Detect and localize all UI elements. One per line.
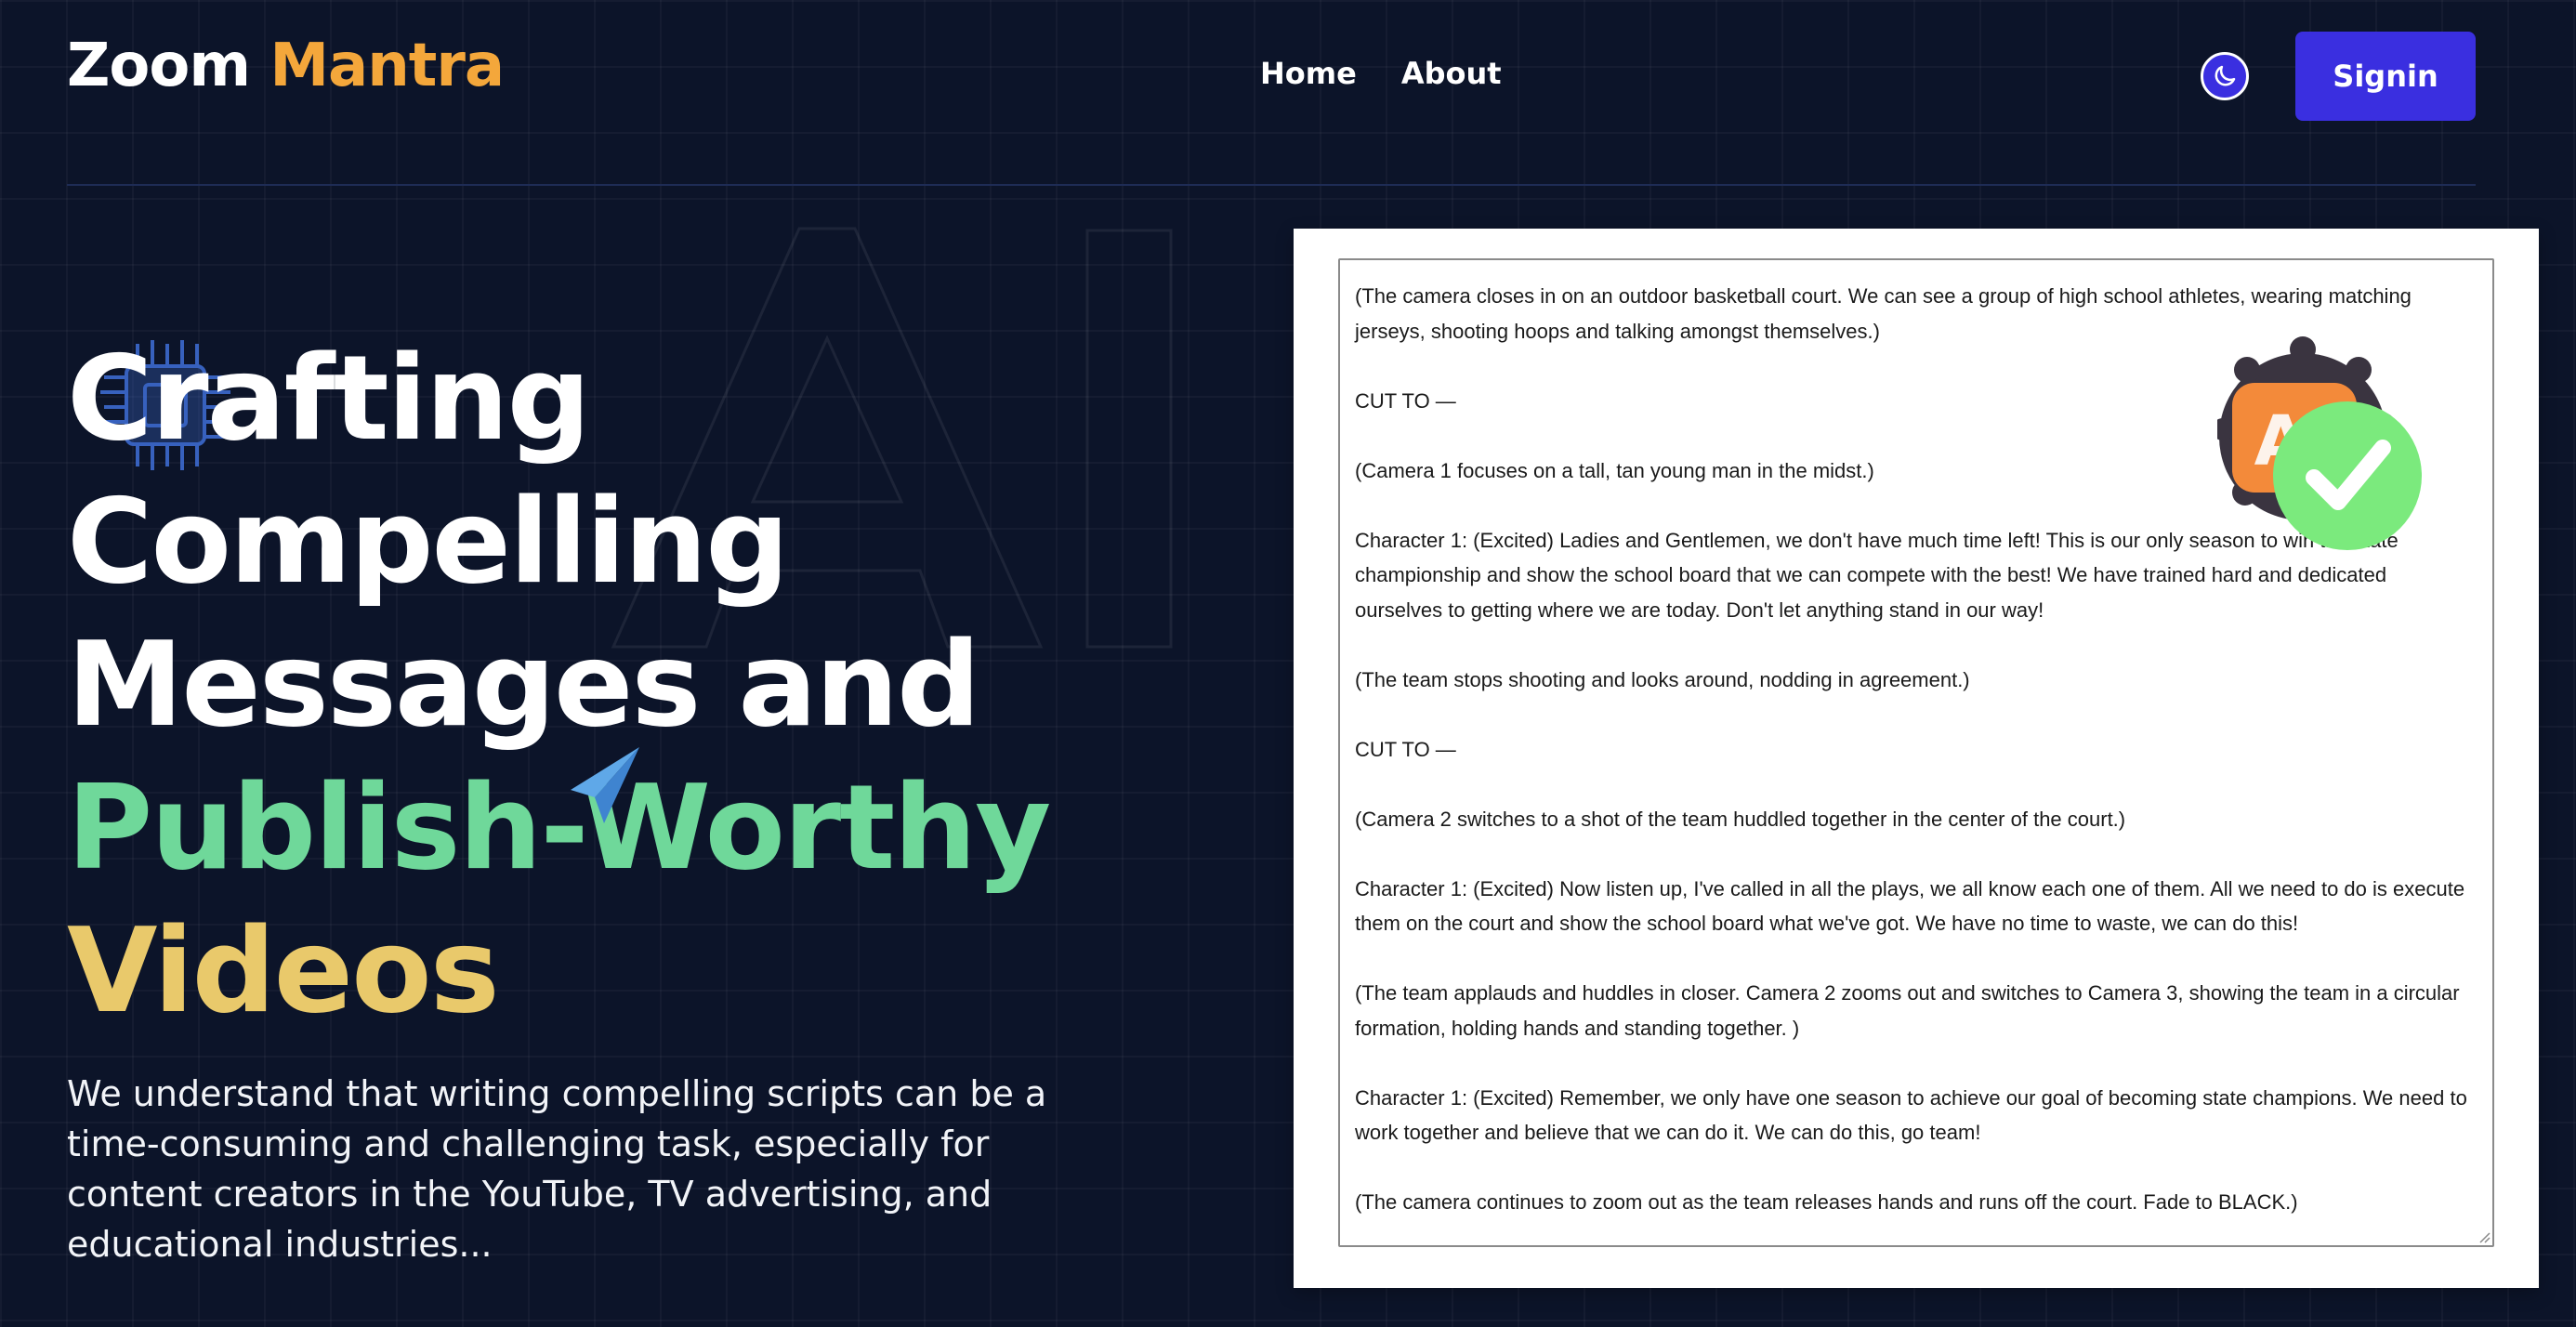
logo-accent-text: Mantra bbox=[269, 32, 505, 100]
signin-button[interactable]: Signin bbox=[2295, 32, 2476, 121]
logo[interactable]: Zoom Mantra bbox=[67, 32, 505, 100]
logo-main-text: Zoom bbox=[67, 32, 251, 100]
script-paragraph: (Camera 2 switches to a shot of the team… bbox=[1355, 807, 2126, 831]
script-paragraph: CUT TO — bbox=[1355, 737, 1456, 761]
hero-description: We understand that writing compelling sc… bbox=[67, 1073, 1047, 1265]
site-header: Zoom Mantra Home About Signin bbox=[0, 0, 2576, 186]
script-paragraph: (The team applauds and huddles in closer… bbox=[1355, 981, 2460, 1040]
hero-line-5: Videos bbox=[67, 902, 500, 1039]
script-paragraph: (The team stops shooting and looks aroun… bbox=[1355, 667, 1970, 691]
script-paragraph: (The camera continues to zoom out as the… bbox=[1355, 1190, 2298, 1214]
resize-handle-icon[interactable] bbox=[2477, 1230, 2491, 1243]
nav-about-link[interactable]: About bbox=[1401, 56, 1502, 91]
paper-plane-icon bbox=[571, 747, 639, 823]
script-paragraph: Character 1: (Excited) Remember, we only… bbox=[1355, 1085, 2467, 1145]
header-divider bbox=[67, 184, 2476, 186]
script-paragraph: Character 1: (Excited) Now listen up, I'… bbox=[1355, 876, 2465, 936]
hero-line-3: Messages and bbox=[67, 616, 980, 753]
theme-toggle-button[interactable] bbox=[2201, 52, 2249, 100]
ai-check-sticker-icon: AI bbox=[2217, 336, 2422, 550]
moon-icon bbox=[2215, 65, 2236, 86]
hero-line-1: Crafting bbox=[67, 330, 591, 466]
main-nav: Home About bbox=[1260, 56, 1502, 91]
hero-heading: Crafting Compelling Messages and Publish… bbox=[67, 327, 1182, 1043]
nav-home-link[interactable]: Home bbox=[1260, 56, 1357, 91]
hero-line-2: Compelling bbox=[67, 473, 789, 610]
